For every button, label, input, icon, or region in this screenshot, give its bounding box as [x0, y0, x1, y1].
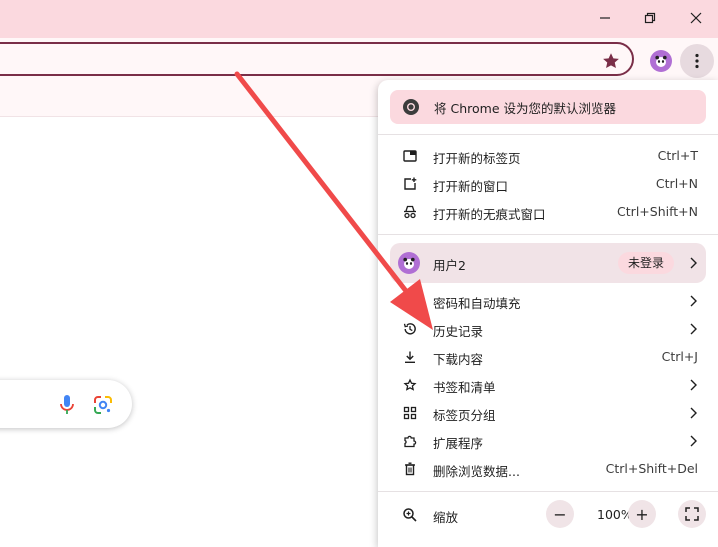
menu-item-shortcut: Ctrl+T — [657, 148, 698, 163]
grid-icon — [402, 405, 418, 421]
menu-item-downloads[interactable]: 下载内容 Ctrl+J — [390, 343, 706, 371]
chevron-right-icon — [690, 323, 697, 335]
menu-item-label: 密码和自动填充 — [433, 296, 521, 311]
chrome-menu-button[interactable] — [680, 44, 714, 78]
puzzle-icon — [402, 433, 418, 449]
chevron-right-icon — [690, 379, 697, 391]
menu-item-tab-groups[interactable]: 标签页分组 — [390, 399, 706, 427]
menu-item-new-window[interactable]: 打开新的窗口 Ctrl+N — [390, 170, 706, 198]
voice-search-button[interactable] — [58, 394, 76, 416]
menu-divider — [378, 491, 718, 492]
zoom-row: 缩放 − 100% + — [390, 500, 706, 530]
title-bar — [0, 0, 718, 38]
minimize-icon — [600, 17, 610, 19]
zoom-label: 缩放 — [433, 510, 459, 525]
menu-item-history[interactable]: 历史记录 — [390, 315, 706, 343]
menu-item-new-tab[interactable]: 打开新的标签页 Ctrl+T — [390, 142, 706, 170]
chevron-right-icon — [690, 257, 697, 269]
chevron-right-icon — [690, 407, 697, 419]
set-default-browser-label: 将 Chrome 设为您的默认浏览器 — [434, 100, 616, 116]
incognito-icon — [402, 204, 418, 220]
menu-item-clear-browsing-data[interactable]: 删除浏览数据... Ctrl+Shift+Del — [390, 455, 706, 483]
menu-item-label: 扩展程序 — [433, 436, 484, 451]
bookmark-star-button[interactable] — [600, 50, 622, 72]
menu-item-passwords[interactable]: 密码和自动填充 — [390, 287, 706, 315]
panda-avatar-icon — [403, 257, 415, 269]
menu-item-label: 标签页分组 — [433, 408, 496, 423]
menu-item-shortcut: Ctrl+N — [655, 176, 698, 191]
restore-icon — [644, 12, 656, 24]
zoom-out-button[interactable]: − — [546, 500, 574, 528]
minimize-button[interactable] — [590, 6, 620, 30]
set-default-browser-button[interactable]: 将 Chrome 设为您的默认浏览器 — [390, 90, 706, 124]
menu-item-label: 打开新的标签页 — [433, 151, 521, 166]
trash-icon — [402, 461, 418, 477]
menu-item-label: 下载内容 — [433, 352, 484, 367]
microphone-icon — [60, 395, 74, 414]
menu-item-label: 打开新的无痕式窗口 — [433, 207, 546, 222]
menu-item-shortcut: Ctrl+Shift+N — [617, 204, 698, 219]
restore-button[interactable] — [635, 6, 665, 30]
history-icon — [402, 321, 418, 337]
star-icon — [603, 53, 619, 69]
fullscreen-button[interactable] — [678, 500, 706, 528]
menu-item-shortcut: Ctrl+J — [661, 349, 698, 364]
menu-divider — [378, 134, 718, 135]
close-icon — [690, 12, 702, 24]
close-button[interactable] — [681, 6, 711, 30]
menu-item-label: 删除浏览数据... — [433, 464, 520, 479]
chevron-right-icon — [690, 435, 697, 447]
menu-item-label: 打开新的窗口 — [433, 179, 509, 194]
new-tab-icon — [402, 148, 418, 164]
menu-item-extensions[interactable]: 扩展程序 — [390, 427, 706, 455]
menu-item-bookmarks[interactable]: 书签和清单 — [390, 371, 706, 399]
profile-menu-item[interactable]: 用户2 未登录 — [390, 243, 706, 283]
signin-status-badge: 未登录 — [618, 252, 675, 274]
menu-item-label: 历史记录 — [433, 324, 484, 339]
chrome-logo-icon — [403, 99, 419, 115]
address-bar[interactable] — [0, 42, 634, 76]
new-window-icon — [402, 176, 418, 192]
zoom-in-button[interactable]: + — [628, 500, 656, 528]
profile-avatar — [398, 252, 420, 274]
chevron-right-icon — [690, 295, 697, 307]
zoom-icon — [402, 507, 418, 523]
profile-name: 用户2 — [433, 258, 466, 273]
fullscreen-icon — [685, 507, 699, 521]
google-lens-icon — [94, 396, 112, 414]
three-dots-vertical-icon — [695, 53, 699, 69]
menu-item-label: 书签和清单 — [433, 380, 496, 395]
menu-item-new-incognito-window[interactable]: 打开新的无痕式窗口 Ctrl+Shift+N — [390, 198, 706, 226]
star-outline-icon — [402, 377, 418, 393]
panda-avatar-icon — [655, 55, 667, 67]
profile-button[interactable] — [650, 50, 672, 72]
chrome-main-menu: 将 Chrome 设为您的默认浏览器 打开新的标签页 Ctrl+T 打开新的窗口… — [378, 80, 718, 547]
download-icon — [402, 349, 418, 365]
google-lens-button[interactable] — [93, 395, 113, 415]
menu-item-shortcut: Ctrl+Shift+Del — [605, 461, 698, 476]
menu-divider — [378, 234, 718, 235]
